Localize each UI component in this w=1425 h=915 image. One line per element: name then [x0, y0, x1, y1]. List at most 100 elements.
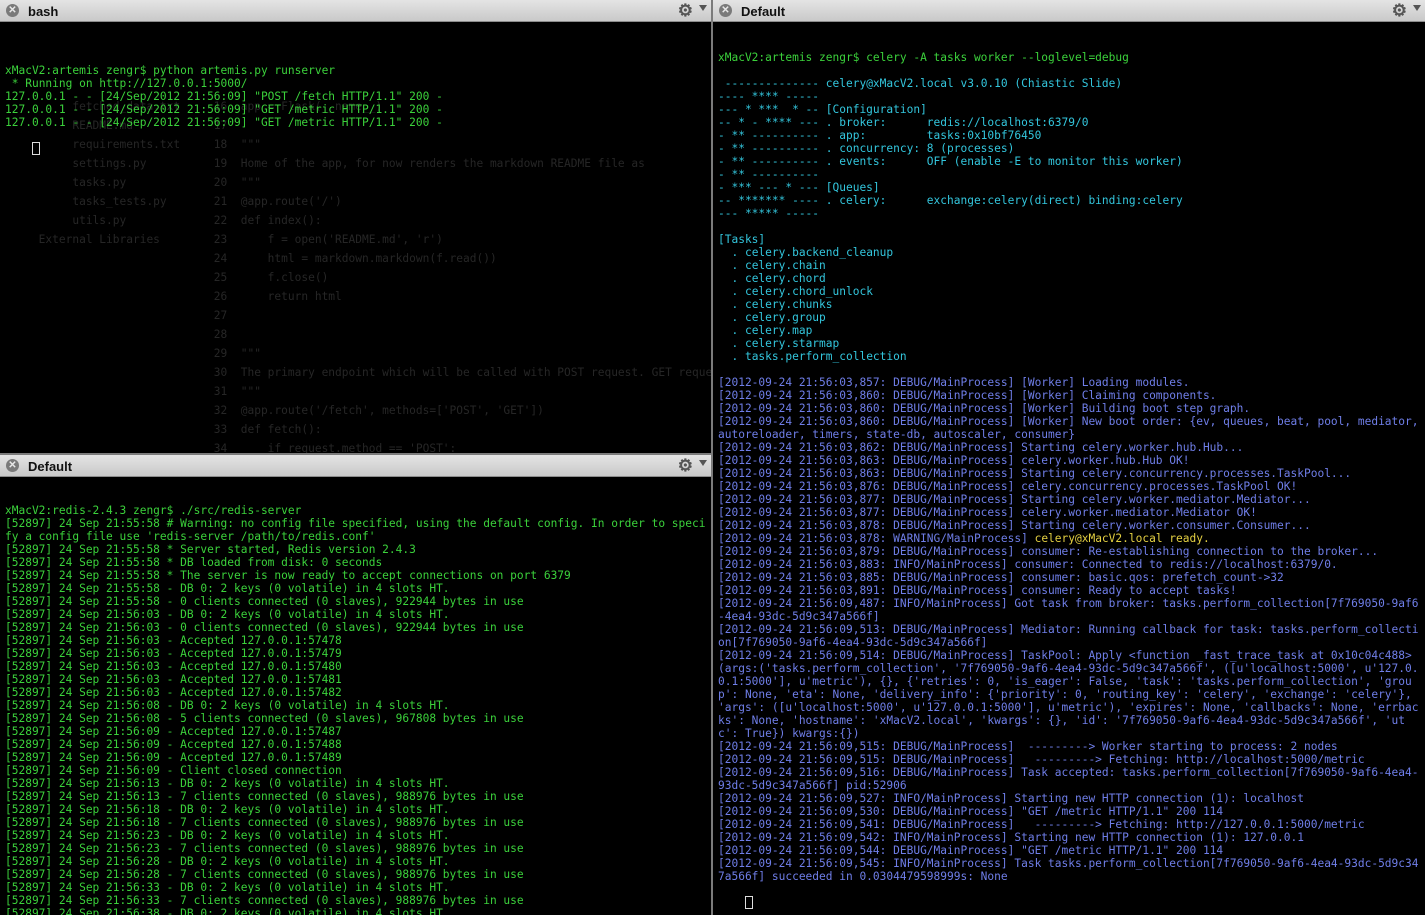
terminal-line: [2012-09-24 21:56:09,516: DEBUG/MainProc…: [718, 766, 1419, 792]
terminal-line: [52897] 24 Sep 21:56:33 - DB 0: 2 keys (…: [5, 881, 450, 894]
terminal-line: [2012-09-24 21:56:03,878: WARNING/MainPr…: [718, 532, 1210, 545]
gear-icon[interactable]: ⚙: [1392, 1, 1407, 20]
chevron-down-icon[interactable]: [699, 460, 707, 466]
terminal-line: xMacV2:artemis zengr$ celery -A tasks wo…: [718, 51, 1129, 64]
terminal-cursor: [744, 896, 753, 909]
terminal-output[interactable]: xMacV2:redis-2.4.3 zengr$ ./src/redis-se…: [5, 478, 709, 915]
bash-titlebar[interactable]: ✕ bash ⚙: [0, 0, 711, 22]
terminal-line: [2012-09-24 21:56:09,542: INFO/MainProce…: [718, 831, 1304, 844]
terminal-line: [2012-09-24 21:56:03,863: DEBUG/MainProc…: [718, 454, 1190, 467]
terminal-cursor: [31, 142, 40, 155]
terminal-line: [52897] 24 Sep 21:56:08 - 5 clients conn…: [5, 712, 524, 725]
terminal-line: [52897] 24 Sep 21:56:03 - Accepted 127.0…: [5, 673, 342, 686]
terminal-line: [52897] 24 Sep 21:56:03 - Accepted 127.0…: [5, 634, 342, 647]
ghost-line: 24 html = markdown.markdown(f.read()): [5, 252, 497, 265]
terminal-line: [52897] 24 Sep 21:55:58 * The server is …: [5, 569, 571, 582]
terminal-line: [52897] 24 Sep 21:56:09 - Accepted 127.0…: [5, 738, 342, 751]
terminal-line: [52897] 24 Sep 21:56:13 - DB 0: 2 keys (…: [5, 777, 450, 790]
terminal-line: . celery.chunks: [718, 298, 833, 311]
ghost-line: 30 The primary endpoint which will be ca…: [213, 366, 711, 379]
terminal-line: [52897] 24 Sep 21:55:58 * DB loaded from…: [5, 556, 383, 569]
pane-title: Default: [741, 4, 786, 19]
terminal-line: 127.0.0.1 - - [24/Sep/2012 21:56:09] "GE…: [5, 116, 443, 129]
ghost-line: 31 """: [5, 385, 261, 398]
ghost-line: tasks_tests.py 21 @app.route('/'): [5, 195, 342, 208]
close-icon[interactable]: ✕: [719, 4, 732, 17]
terminal-line: [52897] 24 Sep 21:56:38 - DB 0: 2 keys (…: [5, 907, 450, 915]
terminal-line: [2012-09-24 21:56:09,515: DEBUG/MainProc…: [718, 740, 1338, 753]
terminal-line: [52897] 24 Sep 21:56:09 - Accepted 127.0…: [5, 725, 342, 738]
background-editor-ghost: fetched_data.txt 16 app = Flask(__name__…: [5, 97, 711, 453]
terminal-line: . celery.map: [718, 324, 813, 337]
terminal-line: [2012-09-24 21:56:03,860: DEBUG/MainProc…: [718, 402, 1251, 415]
terminal-line: ---- **** -----: [718, 90, 820, 103]
terminal-line: -- ******* ---- . celery: exchange:celer…: [718, 194, 1183, 207]
terminal-line: [52897] 24 Sep 21:56:03 - 0 clients conn…: [5, 621, 524, 634]
terminal-line: [2012-09-24 21:56:03,860: DEBUG/MainProc…: [718, 415, 1425, 441]
celery-pane[interactable]: ✕ Default ⚙ xMacV2:artemis zengr$ celery…: [713, 0, 1425, 915]
pane-divider-vertical[interactable]: [711, 0, 713, 915]
terminal-line: xMacV2:redis-2.4.3 zengr$ ./src/redis-se…: [5, 504, 302, 517]
redis-titlebar[interactable]: ✕ Default ⚙: [0, 455, 711, 477]
terminal-line: [52897] 24 Sep 21:56:03 - DB 0: 2 keys (…: [5, 608, 450, 621]
terminal-line: [2012-09-24 21:56:03,879: DEBUG/MainProc…: [718, 545, 1379, 558]
terminal-line: [2012-09-24 21:56:09,513: DEBUG/MainProc…: [718, 623, 1419, 649]
terminal-line: [2012-09-24 21:56:03,878: DEBUG/MainProc…: [718, 519, 1311, 532]
chevron-down-icon[interactable]: [699, 5, 707, 11]
terminal-line: [2012-09-24 21:56:09,541: DEBUG/MainProc…: [718, 818, 1365, 831]
celery-titlebar[interactable]: ✕ Default ⚙: [713, 0, 1425, 22]
ghost-line: settings.py 19 Home of the app, for now …: [5, 157, 645, 170]
terminal-line: [52897] 24 Sep 21:56:28 - DB 0: 2 keys (…: [5, 855, 450, 868]
terminal-line: - *** --- * --- [Queues]: [718, 181, 880, 194]
ghost-line: requirements.txt 18 """: [5, 138, 261, 151]
terminal-line: . celery.group: [718, 311, 826, 324]
terminal-line: [2012-09-24 21:56:09,545: INFO/MainProce…: [718, 857, 1419, 883]
terminal-line: [52897] 24 Sep 21:56:18 - 7 clients conn…: [5, 816, 524, 829]
terminal-line: - ** ---------- . events: OFF (enable -E…: [718, 155, 1183, 168]
terminal-line: . celery.starmap: [718, 337, 840, 350]
terminal-output[interactable]: xMacV2:artemis zengr$ celery -A tasks wo…: [718, 25, 1423, 915]
terminal-line: . celery.backend_cleanup: [718, 246, 894, 259]
terminal-line: . celery.chord: [718, 272, 826, 285]
terminal-line: [2012-09-24 21:56:03,863: DEBUG/MainProc…: [718, 467, 1352, 480]
terminal-line: [2012-09-24 21:56:03,860: DEBUG/MainProc…: [718, 389, 1217, 402]
terminal-line: [52897] 24 Sep 21:56:09 - Client closed …: [5, 764, 342, 777]
terminal-line: [2012-09-24 21:56:03,891: DEBUG/MainProc…: [718, 584, 1237, 597]
ghost-line: tasks.py 20 """: [5, 176, 261, 189]
terminal-line: . celery.chain: [718, 259, 826, 272]
ghost-line: 32 @app.route('/fetch', methods=['POST',…: [5, 404, 544, 417]
ghost-line: 27: [5, 309, 228, 322]
terminal-line: [2012-09-24 21:56:09,487: INFO/MainProce…: [718, 597, 1419, 623]
terminal-line: [52897] 24 Sep 21:56:23 - 7 clients conn…: [5, 842, 524, 855]
terminal-line: --- * *** * -- [Configuration]: [718, 103, 927, 116]
pane-divider-horizontal[interactable]: [0, 453, 711, 455]
terminal-line: - ** ----------: [718, 168, 820, 181]
pane-title: bash: [28, 4, 59, 19]
close-icon[interactable]: ✕: [6, 459, 19, 472]
ghost-line: External Libraries 23 f = open('README.m…: [5, 233, 443, 246]
terminal-line: [52897] 24 Sep 21:56:23 - DB 0: 2 keys (…: [5, 829, 450, 842]
terminal-line: [2012-09-24 21:56:09,530: DEBUG/MainProc…: [718, 805, 1224, 818]
gear-icon[interactable]: ⚙: [678, 456, 693, 475]
terminal-line: [2012-09-24 21:56:09,527: INFO/MainProce…: [718, 792, 1304, 805]
gear-icon[interactable]: ⚙: [678, 1, 693, 20]
terminal-line: * Running on http://127.0.0.1:5000/: [5, 77, 248, 90]
pane-title: Default: [28, 459, 73, 474]
terminal-line: [52897] 24 Sep 21:56:28 - 7 clients conn…: [5, 868, 524, 881]
terminal-line: [52897] 24 Sep 21:56:03 - Accepted 127.0…: [5, 660, 342, 673]
terminal-line: [52897] 24 Sep 21:56:18 - DB 0: 2 keys (…: [5, 803, 450, 816]
terminal-line: [52897] 24 Sep 21:55:58 * Server started…: [5, 543, 416, 556]
chevron-down-icon[interactable]: [1413, 5, 1421, 11]
bash-pane[interactable]: ✕ bash ⚙ fetched_data.txt 16 app = Flask…: [0, 0, 711, 453]
terminal-line: [2012-09-24 21:56:09,515: DEBUG/MainProc…: [718, 753, 1365, 766]
close-icon[interactable]: ✕: [6, 4, 19, 17]
terminal-line: - ** ---------- . concurrency: 8 (proces…: [718, 142, 1015, 155]
ghost-line: 25 f.close(): [5, 271, 329, 284]
redis-pane[interactable]: ✕ Default ⚙ xMacV2:redis-2.4.3 zengr$ ./…: [0, 455, 711, 915]
terminal-line: --- ***** -----: [718, 207, 820, 220]
terminal-output[interactable]: fetched_data.txt 16 app = Flask(__name__…: [5, 25, 711, 453]
terminal-line: [2012-09-24 21:56:03,877: DEBUG/MainProc…: [718, 506, 1257, 519]
ghost-line: 28: [5, 328, 228, 341]
